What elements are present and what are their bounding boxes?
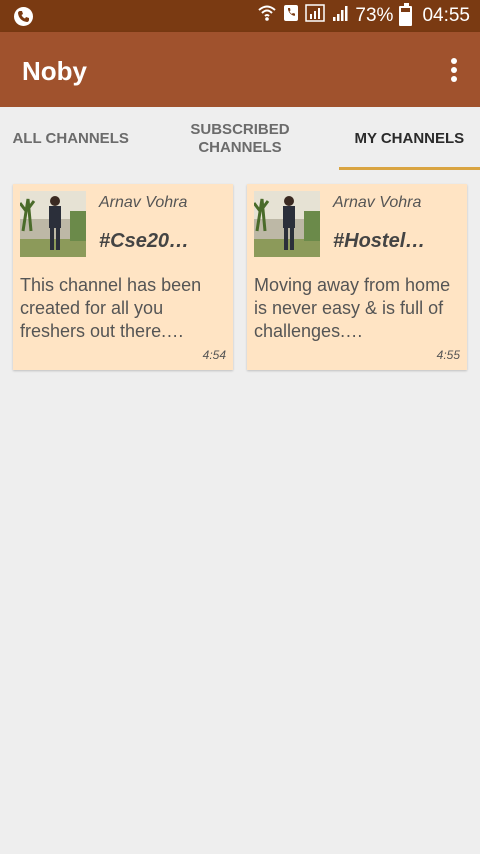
channel-card[interactable]: Arnav Vohra #Hostel… Moving away from ho… bbox=[247, 184, 467, 370]
channel-thumbnail bbox=[20, 191, 86, 257]
channel-time: 4:55 bbox=[436, 348, 460, 362]
dot-icon bbox=[451, 58, 457, 64]
channel-author: Arnav Vohra bbox=[333, 194, 422, 211]
clock: 04:55 bbox=[422, 5, 470, 26]
battery-icon bbox=[399, 3, 413, 26]
channel-list: Arnav Vohra #Cse20… This channel has bee… bbox=[13, 184, 467, 370]
tab-subscribed-channels[interactable]: SUBSCRIBED CHANNELS bbox=[141, 107, 338, 170]
cell-signal-icon bbox=[331, 4, 349, 28]
overflow-menu-button[interactable] bbox=[444, 54, 464, 86]
channel-author: Arnav Vohra bbox=[99, 194, 188, 211]
channel-time: 4:54 bbox=[202, 348, 226, 362]
channel-description: This channel has been created for all yo… bbox=[20, 275, 202, 341]
app-title: Noby bbox=[22, 56, 87, 86]
dot-icon bbox=[451, 76, 457, 82]
app-bar: Noby bbox=[0, 32, 480, 107]
wifi-icon bbox=[257, 4, 277, 28]
status-bar: 73% 04:55 bbox=[0, 0, 480, 32]
call-notification-icon bbox=[14, 7, 33, 26]
tab-my-channels[interactable]: MY CHANNELS bbox=[338, 107, 480, 170]
tab-subscribed-label: SUBSCRIBED CHANNELS bbox=[190, 120, 290, 156]
data-signal-icon bbox=[305, 4, 326, 28]
channel-card[interactable]: Arnav Vohra #Cse20… This channel has bee… bbox=[13, 184, 233, 370]
phone-call-icon bbox=[283, 4, 299, 28]
tab-all-channels[interactable]: ALL CHANNELS bbox=[0, 107, 141, 170]
channel-tag: #Hostel… bbox=[333, 230, 426, 252]
tab-bar: ALL CHANNELS SUBSCRIBED CHANNELS MY CHAN… bbox=[0, 107, 480, 170]
channel-tag: #Cse20… bbox=[99, 230, 190, 252]
dot-icon bbox=[451, 67, 457, 73]
channel-thumbnail bbox=[254, 191, 320, 257]
channel-description: Moving away from home is never easy & is… bbox=[254, 275, 451, 341]
battery-percent: 73% bbox=[355, 5, 394, 26]
